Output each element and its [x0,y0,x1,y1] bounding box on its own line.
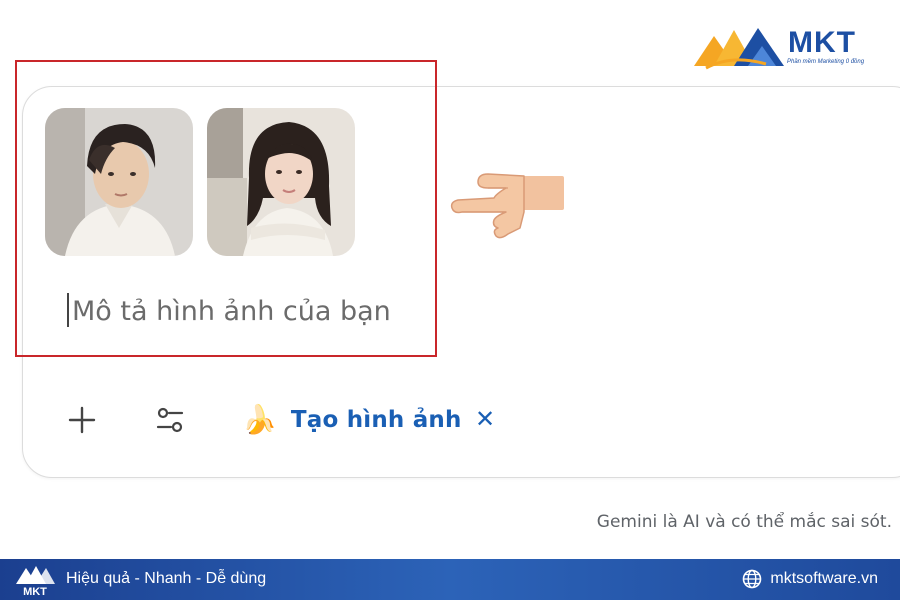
disclaimer-text: Gemini là AI và có thể mắc sai sót. [596,512,892,532]
prompt-input[interactable] [72,291,412,331]
create-image-chip[interactable]: 🍌 Tạo hình ảnh [242,398,462,442]
text-caret [67,293,69,327]
add-button[interactable] [62,400,102,440]
tools-button[interactable] [150,400,190,440]
sliders-icon [156,407,184,433]
footer-website: mktsoftware.vn [770,570,878,587]
logo-tagline: Phần mềm Marketing 0 đồng [787,59,865,65]
portrait-photo-male-icon [45,108,193,256]
footer-logo-icon: MKT [16,566,55,596]
footer-bar: MKT Hiệu quả - Nhanh - Dễ dùng mktsoftwa… [0,559,900,600]
plus-icon [68,406,96,434]
pointing-hand-icon [450,173,564,239]
banana-icon: 🍌 [242,404,277,435]
logo-mark-icon [694,28,784,70]
footer-website-link[interactable]: mktsoftware.vn [742,569,878,589]
chip-label: Tạo hình ảnh [290,407,462,433]
brand-logo: MKT Phần mềm Marketing 0 đồng [692,24,882,72]
globe-icon [743,569,762,589]
attachment-thumbnail-2[interactable] [207,108,355,256]
logo-text: MKT [788,26,856,59]
footer-tagline: Hiệu quả - Nhanh - Dễ dùng [66,570,267,587]
attachment-thumbnail-1[interactable] [45,108,193,256]
chip-close-button[interactable]: ✕ [470,402,500,436]
footer-logo-text: MKT [23,586,47,596]
portrait-photo-female-icon [207,108,355,256]
